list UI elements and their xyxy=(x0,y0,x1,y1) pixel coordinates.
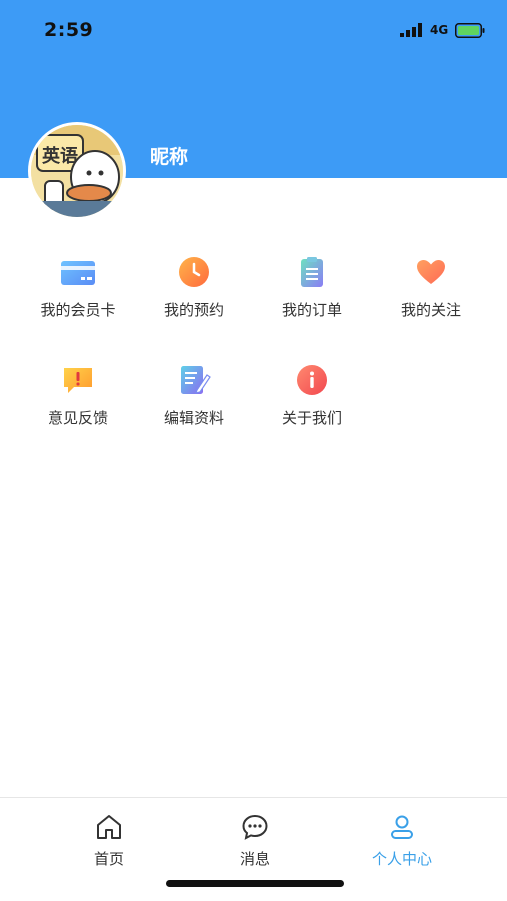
tab-label: 个人中心 xyxy=(371,850,432,868)
status-bar: 2:59 4G xyxy=(0,0,507,60)
home-icon xyxy=(97,815,121,839)
nickname[interactable]: 昵称 xyxy=(150,142,188,169)
menu-item-member-card[interactable]: 我的会员卡 xyxy=(19,255,137,320)
menu-label: 关于我们 xyxy=(281,409,342,427)
edit-icon xyxy=(181,366,211,394)
menu-label: 编辑资料 xyxy=(163,409,224,427)
menu-item-appointments[interactable]: 我的预约 xyxy=(135,255,253,320)
avatar-text: 英语 xyxy=(41,145,78,167)
menu-item-following[interactable]: 我的关注 xyxy=(372,255,490,320)
status-time: 2:59 xyxy=(44,19,94,41)
tab-messages[interactable]: 消息 xyxy=(195,812,315,869)
battery-icon xyxy=(455,23,485,38)
home-indicator[interactable] xyxy=(166,880,344,887)
menu-label: 意见反馈 xyxy=(47,409,108,427)
user-icon xyxy=(391,815,413,839)
info-icon xyxy=(297,365,327,395)
clock-icon xyxy=(179,257,209,287)
tab-home[interactable]: 首页 xyxy=(49,812,169,869)
tab-label: 首页 xyxy=(93,850,124,868)
signal-icon xyxy=(400,23,422,37)
menu-item-edit-profile[interactable]: 编辑资料 xyxy=(135,363,253,428)
tab-profile[interactable]: 个人中心 xyxy=(342,812,462,869)
menu-label: 我的预约 xyxy=(163,301,224,319)
menu-item-feedback[interactable]: 意见反馈 xyxy=(19,363,137,428)
message-icon xyxy=(242,814,268,840)
feedback-icon xyxy=(64,368,92,393)
avatar-image: 英语 xyxy=(31,125,123,217)
member-card-icon xyxy=(61,261,95,285)
avatar[interactable]: 英语 xyxy=(28,122,126,220)
menu-item-about[interactable]: 关于我们 xyxy=(253,363,371,428)
menu-label: 我的订单 xyxy=(281,301,342,319)
network-type: 4G xyxy=(430,23,449,37)
menu-item-orders[interactable]: 我的订单 xyxy=(253,255,371,320)
menu-label: 我的关注 xyxy=(400,301,461,319)
heart-icon xyxy=(417,260,445,284)
clipboard-icon xyxy=(301,257,323,287)
menu-label: 我的会员卡 xyxy=(40,301,116,319)
tab-label: 消息 xyxy=(239,850,270,868)
